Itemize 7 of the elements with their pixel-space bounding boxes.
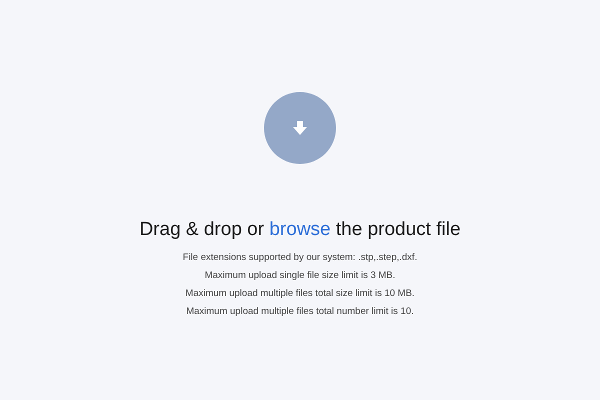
download-arrow-icon — [292, 120, 308, 136]
upload-note: Maximum upload single file size limit is 3 MB. — [204, 269, 396, 283]
upload-note: Maximum upload multiple files total number limit is 10. — [186, 305, 414, 319]
browse-link[interactable]: browse — [269, 219, 331, 240]
upload-heading: Drag & drop or browse the product file — [139, 219, 461, 241]
upload-note: File extensions supported by our system: .stp,.step,.dxf. — [182, 251, 418, 265]
upload-note: Maximum upload multiple files total size limit is 10 MB. — [185, 287, 415, 301]
